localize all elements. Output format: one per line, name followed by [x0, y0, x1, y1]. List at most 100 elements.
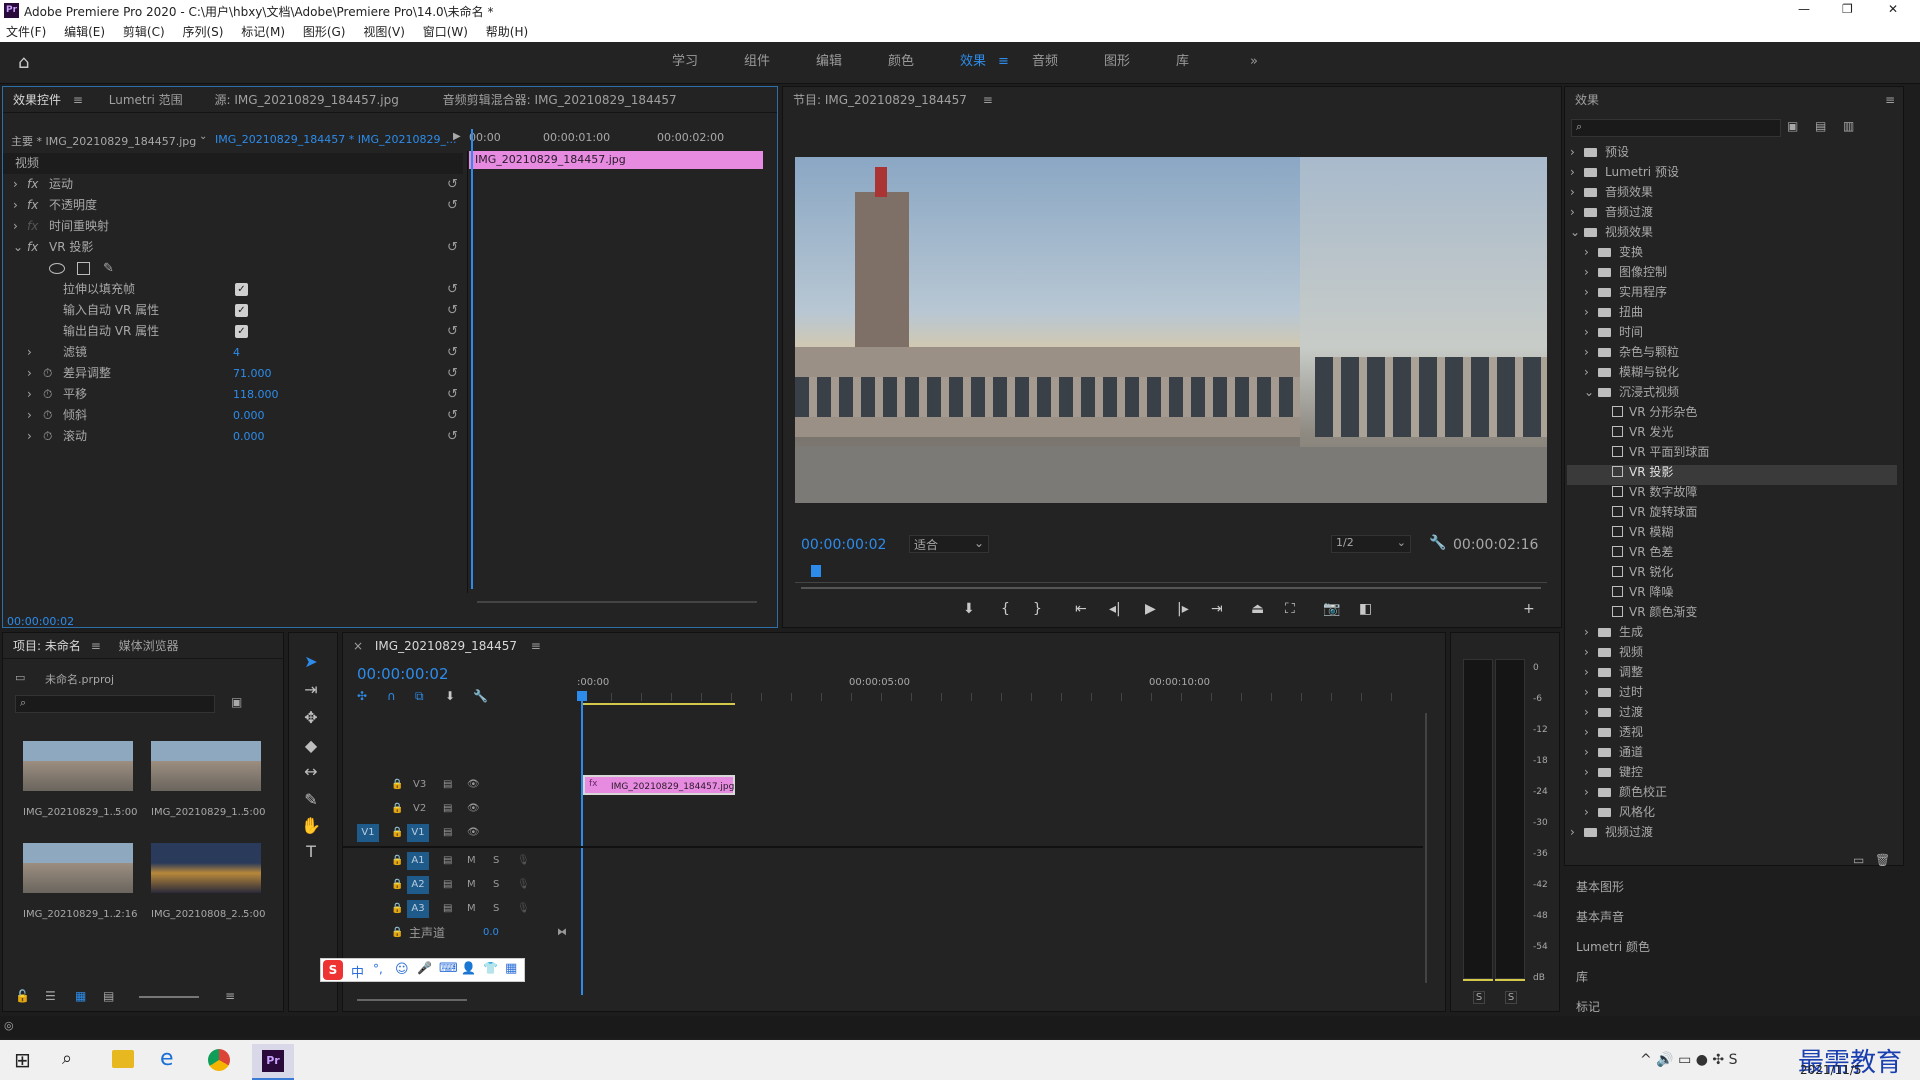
track-lock-icon[interactable]: 🔒	[391, 897, 403, 921]
resolution-dropdown[interactable]: 1/2 ⌄	[1331, 535, 1411, 553]
project-thumb-2[interactable]	[151, 741, 261, 791]
mark-out-icon[interactable]: }	[1033, 601, 1042, 617]
output-vr-checkbox[interactable]: ✓	[235, 325, 248, 338]
effects-tree-item[interactable]: › 音频效果	[1570, 182, 1653, 202]
premiere-taskbar-icon[interactable]: Pr	[252, 1044, 294, 1080]
reset-icon[interactable]: ↺	[447, 279, 458, 300]
tab-audio-clip-mixer[interactable]: 音频剪辑混合器: IMG_20210829_184457	[443, 93, 677, 107]
ellipse-mask-icon[interactable]	[49, 263, 65, 274]
program-title[interactable]: 节目: IMG_20210829_184457	[793, 93, 967, 107]
rectangle-mask-icon[interactable]	[77, 262, 90, 275]
effect-row-time-remap[interactable]: › fx 时间重映射	[3, 216, 463, 237]
effects-tree-item[interactable]: VR 数字故障	[1598, 482, 1697, 502]
menu-file[interactable]: 文件(F)	[6, 22, 46, 42]
track-lock-icon[interactable]: 🔒	[391, 797, 403, 821]
track-target-a2[interactable]: A2	[407, 876, 429, 894]
reset-icon[interactable]: ↺	[447, 321, 458, 342]
mark-in-icon[interactable]: {	[1001, 601, 1010, 617]
chevron-right-icon[interactable]: ›	[1584, 362, 1598, 382]
chevron-down-icon[interactable]: ⌄	[1584, 382, 1598, 402]
workspace-menu-icon[interactable]: ≡	[998, 42, 1009, 82]
panel-essential-graphics[interactable]: 基本图形	[1576, 878, 1624, 895]
home-icon[interactable]: ⌂	[18, 52, 29, 73]
effects-tree-item[interactable]: › 颜色校正	[1584, 782, 1667, 802]
chevron-right-icon[interactable]: ›	[1570, 142, 1584, 162]
timeline-v-scroll[interactable]	[1425, 713, 1427, 983]
stopwatch-icon[interactable]: ⏱	[43, 405, 52, 426]
effects-tree-item[interactable]: › 模糊与锐化	[1584, 362, 1679, 382]
extract-icon[interactable]: ⛶	[1285, 601, 1295, 617]
panel-essential-sound[interactable]: 基本声音	[1576, 908, 1624, 925]
tab-menu-icon[interactable]: ≡	[91, 639, 101, 653]
program-scrub-bar[interactable]	[795, 571, 1547, 583]
chevron-right-icon[interactable]: ›	[1584, 282, 1598, 302]
chevron-right-icon[interactable]: ›	[1584, 702, 1598, 722]
tab-media-browser[interactable]: 媒体浏览器	[119, 639, 179, 653]
search-icon[interactable]: ⌕	[62, 1048, 72, 1069]
menu-sequence[interactable]: 序列(S)	[182, 22, 223, 42]
sort-icon[interactable]: ≡	[225, 989, 235, 1003]
roll-value[interactable]: 0.000	[233, 426, 265, 447]
snap-icon[interactable]: ∩	[387, 689, 396, 703]
mute-button[interactable]: M	[467, 873, 476, 897]
sync-lock-icon[interactable]: ▤	[443, 773, 452, 797]
eye-icon[interactable]: 👁	[467, 773, 480, 797]
chrome-icon[interactable]	[208, 1049, 230, 1071]
effects-tree-item[interactable]: VR 平面到球面	[1598, 442, 1709, 462]
go-to-next-icon[interactable]: ⧓	[557, 921, 567, 945]
menu-graphics[interactable]: 图形(G)	[303, 22, 346, 42]
stopwatch-icon[interactable]: ⏱	[43, 426, 52, 447]
compare-icon[interactable]: ◧	[1359, 601, 1372, 617]
tilt-value[interactable]: 0.000	[233, 405, 265, 426]
menu-help[interactable]: 帮助(H)	[486, 22, 528, 42]
effects-tree-item[interactable]: VR 降噪	[1598, 582, 1673, 602]
input-vr-checkbox[interactable]: ✓	[235, 304, 248, 317]
freeform-view-icon[interactable]: ▤	[103, 989, 114, 1003]
ripple-edit-tool-icon[interactable]: ✥	[299, 707, 323, 729]
delete-icon[interactable]: 🗑	[1875, 853, 1890, 867]
more-workspaces-icon[interactable]: »	[1250, 42, 1258, 82]
meter-solo-left[interactable]: S	[1473, 991, 1485, 1004]
file-explorer-icon[interactable]	[112, 1050, 134, 1068]
effects-tree-item[interactable]: › 生成	[1584, 622, 1643, 642]
effects-tree-item[interactable]: › 扭曲	[1584, 302, 1643, 322]
list-view-icon[interactable]: ☰	[45, 989, 56, 1003]
mute-button[interactable]: M	[467, 849, 476, 873]
sequence-clip-dropdown[interactable]: IMG_20210829_184457 * IMG_20210829_...	[215, 133, 456, 146]
effect-row-vr-projection[interactable]: ⌄ fx VR 投影 ↺	[3, 237, 463, 258]
workspace-learn[interactable]: 学习	[672, 42, 698, 82]
chevron-right-icon[interactable]: ›	[1584, 742, 1598, 762]
fit-dropdown[interactable]: 适合 ⌄	[909, 535, 989, 553]
chevron-right-icon[interactable]: ›	[1570, 162, 1584, 182]
new-bin-icon[interactable]: ▭	[1853, 853, 1864, 867]
chevron-down-icon[interactable]: ⌄	[1570, 222, 1584, 242]
effects-tree-item[interactable]: › 变换	[1584, 242, 1643, 262]
solo-button[interactable]: S	[493, 849, 499, 873]
timeline-h-scroll[interactable]	[357, 999, 467, 1001]
track-lock-icon[interactable]: 🔒	[391, 921, 403, 945]
program-timecode[interactable]: 00:00:00:02	[801, 537, 886, 553]
timeline-timecode[interactable]: 00:00:00:02	[357, 665, 449, 683]
mic-icon[interactable]: 🎙	[517, 873, 530, 897]
sync-lock-icon[interactable]: ▤	[443, 797, 452, 821]
step-back-icon[interactable]: ◂|	[1109, 601, 1121, 617]
mute-button[interactable]: M	[467, 897, 476, 921]
workspace-color[interactable]: 颜色	[888, 42, 914, 82]
settings-wrench-icon[interactable]: 🔧	[1429, 535, 1446, 551]
timeline-clip-v3[interactable]: IMG_20210829_184457.jpg	[583, 775, 735, 795]
effects-tree-item[interactable]: › Lumetri 预设	[1570, 162, 1679, 182]
chevron-right-icon[interactable]: ›	[1584, 302, 1598, 322]
tab-effect-controls[interactable]: 效果控件	[13, 93, 61, 107]
track-lock-icon[interactable]: 🔒	[391, 873, 403, 897]
pen-mask-icon[interactable]: ✎	[103, 258, 114, 279]
sync-lock-icon[interactable]: ▤	[443, 873, 452, 897]
effect-row-motion[interactable]: › fx 运动 ↺	[3, 174, 463, 195]
chevron-right-icon[interactable]: ›	[1584, 782, 1598, 802]
filter-value[interactable]: 4	[233, 342, 240, 363]
maximize-button[interactable]: ❐	[1842, 2, 1853, 16]
hand-tool-icon[interactable]: ✋	[299, 815, 323, 837]
menu-view[interactable]: 视图(V)	[363, 22, 405, 42]
effects-tree-item[interactable]: › 调整	[1584, 662, 1643, 682]
chevron-right-icon[interactable]: ›	[1570, 822, 1584, 842]
mini-clip-bar[interactable]: IMG_20210829_184457.jpg	[469, 151, 763, 169]
